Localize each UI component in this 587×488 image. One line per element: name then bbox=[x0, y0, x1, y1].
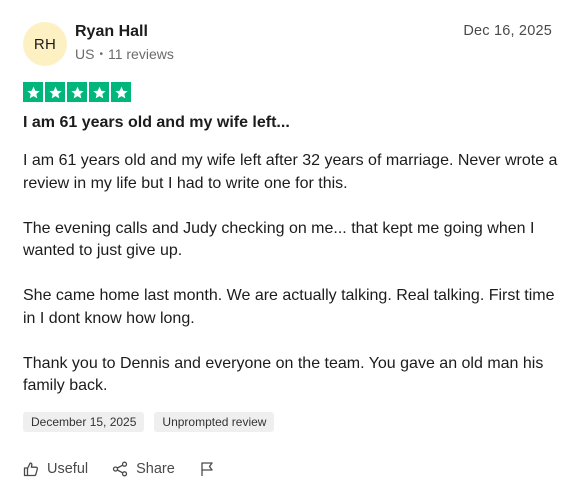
review-paragraph: I am 61 years old and my wife left after… bbox=[23, 152, 558, 192]
star-icon bbox=[45, 82, 65, 102]
star-rating bbox=[23, 82, 131, 102]
experience-date-tag: December 15, 2025 bbox=[23, 412, 145, 432]
meta-separator: • bbox=[99, 48, 103, 60]
review-title[interactable]: I am 61 years old and my wife left... bbox=[23, 114, 290, 132]
unprompted-review-tag[interactable]: Unprompted review bbox=[154, 412, 275, 432]
review-date: Dec 16, 2025 bbox=[463, 23, 552, 39]
review-paragraph: She came home last month. We are actuall… bbox=[23, 287, 555, 327]
avatar-initials: RH bbox=[33, 35, 57, 53]
share-icon bbox=[112, 461, 128, 477]
share-button[interactable]: Share bbox=[112, 461, 175, 477]
review-actions: Useful Share bbox=[23, 461, 215, 477]
star-icon bbox=[67, 82, 87, 102]
share-label: Share bbox=[136, 461, 175, 477]
flag-icon bbox=[199, 461, 215, 477]
star-icon bbox=[89, 82, 109, 102]
reviewer-meta: US • 11 reviews bbox=[75, 46, 174, 62]
avatar[interactable]: RH bbox=[23, 22, 67, 66]
report-button[interactable] bbox=[199, 461, 215, 477]
useful-label: Useful bbox=[47, 461, 89, 477]
review-body: I am 61 years old and my wife left after… bbox=[23, 150, 558, 420]
star-icon bbox=[111, 82, 131, 102]
star-icon bbox=[23, 82, 43, 102]
review-paragraph: The evening calls and Judy checking on m… bbox=[23, 219, 535, 260]
reviewer-country: US bbox=[75, 46, 95, 62]
useful-button[interactable]: Useful bbox=[23, 461, 88, 477]
review-tags: December 15, 2025 Unprompted review bbox=[23, 412, 275, 432]
reviewer-review-count: 11 reviews bbox=[107, 46, 174, 62]
thumbs-up-icon bbox=[23, 461, 39, 477]
review-card: RH Ryan Hall US • 11 reviews Dec 16, 202… bbox=[0, 0, 587, 488]
review-paragraph: Thank you to Dennis and everyone on the … bbox=[23, 354, 544, 395]
reviewer-name[interactable]: Ryan Hall bbox=[75, 23, 148, 41]
